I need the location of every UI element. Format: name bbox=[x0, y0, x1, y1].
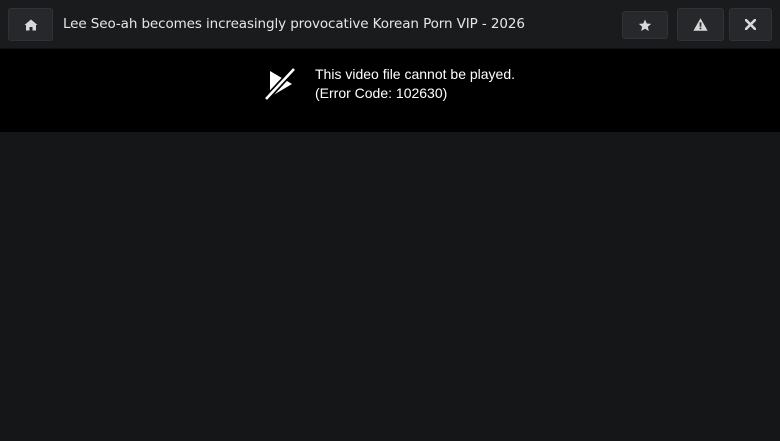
favorite-button[interactable] bbox=[622, 11, 668, 39]
close-icon bbox=[745, 19, 756, 30]
page-content bbox=[0, 132, 780, 441]
error-code: (Error Code: 102630) bbox=[315, 85, 448, 101]
home-icon bbox=[24, 19, 38, 31]
video-player-error: This video file cannot be played. (Error… bbox=[0, 49, 780, 132]
report-button[interactable] bbox=[677, 8, 724, 41]
star-icon bbox=[638, 18, 652, 32]
home-button[interactable] bbox=[8, 8, 53, 41]
error-message: This video file cannot be played. (Error… bbox=[315, 65, 515, 103]
warning-icon bbox=[693, 18, 708, 31]
top-bar: Lee Seo-ah becomes increasingly provocat… bbox=[0, 0, 780, 49]
video-slash-icon bbox=[262, 66, 298, 102]
error-message-text: This video file cannot be played. bbox=[315, 66, 516, 82]
close-button[interactable] bbox=[729, 8, 772, 41]
video-title: Lee Seo-ah becomes increasingly provocat… bbox=[63, 16, 525, 32]
